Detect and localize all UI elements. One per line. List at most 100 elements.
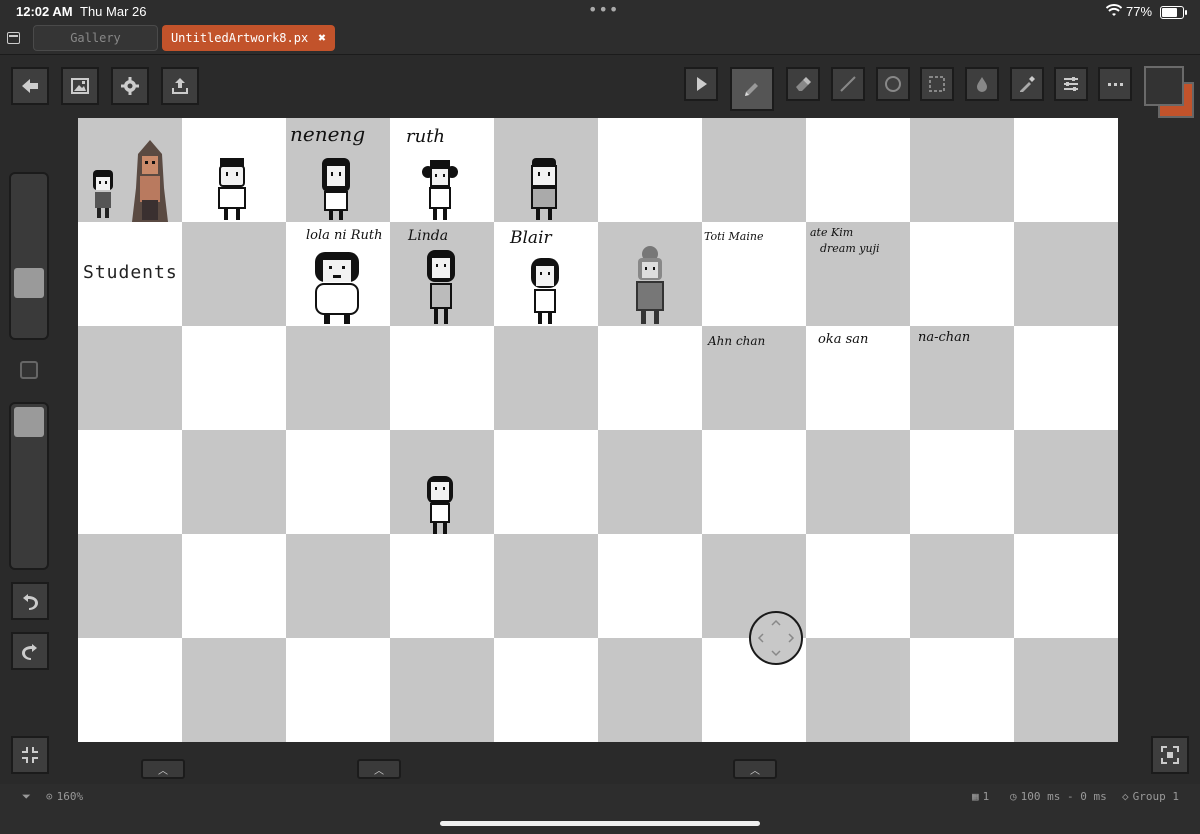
canvas-tile[interactable] — [806, 118, 910, 222]
panel-handle[interactable]: ︿ — [141, 759, 185, 779]
canvas-tile[interactable] — [182, 430, 286, 534]
ellipse-tool-button[interactable] — [876, 67, 910, 101]
play-button[interactable] — [684, 67, 718, 101]
character-sprite[interactable] — [312, 250, 362, 326]
canvas-tile[interactable] — [1014, 534, 1118, 638]
sidebar-menu-icon[interactable] — [7, 32, 20, 44]
canvas-tile[interactable] — [78, 638, 182, 742]
character-sprite[interactable] — [424, 248, 458, 326]
canvas-tile[interactable] — [806, 430, 910, 534]
canvas-tile[interactable] — [494, 534, 598, 638]
canvas-tile[interactable] — [1014, 430, 1118, 534]
tab-gallery[interactable]: Gallery — [33, 25, 158, 51]
fit-screen-button[interactable] — [11, 736, 49, 774]
canvas-tile[interactable] — [182, 222, 286, 326]
character-sprite[interactable] — [424, 474, 456, 536]
canvas-tile[interactable] — [286, 430, 390, 534]
fullscreen-button[interactable] — [1151, 736, 1189, 774]
frame-timing[interactable]: ◷ 100 ms - 0 ms — [1010, 790, 1107, 803]
sliders-icon — [1064, 77, 1078, 91]
canvas-tile[interactable] — [910, 118, 1014, 222]
arrow-left-icon — [22, 79, 38, 93]
line-tool-button[interactable] — [831, 67, 865, 101]
collapse-icon[interactable]: ⏷ — [22, 790, 31, 804]
canvas-tile[interactable] — [494, 326, 598, 430]
cursor-joystick[interactable] — [749, 611, 803, 665]
canvas-tile[interactable] — [910, 430, 1014, 534]
canvas-tile[interactable] — [598, 638, 702, 742]
canvas-tile[interactable] — [598, 326, 702, 430]
character-sprite[interactable] — [88, 168, 118, 222]
drop-icon — [977, 77, 987, 92]
character-sprite[interactable] — [214, 156, 250, 222]
canvas-tile[interactable] — [390, 638, 494, 742]
canvas-tile[interactable] — [910, 534, 1014, 638]
back-button[interactable] — [11, 67, 49, 105]
canvas-tile[interactable] — [598, 118, 702, 222]
canvas-tile[interactable] — [286, 534, 390, 638]
pencil-tool-button[interactable] — [730, 67, 774, 111]
canvas-tile[interactable] — [598, 534, 702, 638]
character-sprite[interactable] — [528, 256, 562, 326]
status-date: Thu Mar 26 — [80, 4, 147, 19]
redo-button[interactable] — [11, 632, 49, 670]
opacity-knob[interactable] — [14, 407, 44, 437]
primary-color-swatch[interactable] — [1144, 66, 1184, 106]
selection-tool-button[interactable] — [920, 67, 954, 101]
canvas-tile[interactable] — [494, 638, 598, 742]
canvas-tile[interactable] — [182, 638, 286, 742]
canvas-tile[interactable] — [286, 638, 390, 742]
canvas-tile[interactable] — [910, 638, 1014, 742]
fill-tool-button[interactable] — [965, 67, 999, 101]
multitask-dots-icon[interactable]: ••• — [588, 0, 619, 19]
canvas-tile[interactable] — [702, 118, 806, 222]
character-sprite[interactable] — [318, 156, 354, 222]
layer-group[interactable]: ◇ Group 1 — [1122, 790, 1179, 803]
canvas-tile[interactable] — [78, 534, 182, 638]
character-sprite[interactable] — [526, 156, 562, 222]
canvas-tile[interactable] — [910, 222, 1014, 326]
pixel-canvas[interactable]: Students neneng ruth lola ni Ruth Linda … — [78, 118, 1118, 742]
eraser-tool-button[interactable] — [786, 67, 820, 101]
export-button[interactable] — [161, 67, 199, 105]
brush-size-knob[interactable] — [14, 268, 44, 298]
character-sprite[interactable] — [422, 158, 458, 222]
close-tab-icon[interactable]: ✖ — [318, 31, 326, 46]
tab-file[interactable]: UntitledArtwork8.px ✖ — [162, 25, 335, 51]
redo-icon — [22, 644, 37, 660]
canvas-tile[interactable] — [182, 326, 286, 430]
canvas-tile[interactable] — [702, 430, 806, 534]
chevron-up-icon: ︿ — [158, 765, 168, 777]
play-icon — [697, 77, 707, 91]
canvas-tile[interactable] — [390, 534, 494, 638]
canvas-tile[interactable] — [1014, 222, 1118, 326]
canvas-tile[interactable] — [286, 326, 390, 430]
canvas-tile[interactable] — [182, 534, 286, 638]
character-sprite[interactable] — [632, 244, 668, 326]
brush-size-slider[interactable] — [9, 172, 49, 340]
canvas-tile[interactable] — [390, 326, 494, 430]
canvas-tile[interactable] — [78, 430, 182, 534]
zoom-indicator[interactable]: ⊙ 160% — [46, 790, 83, 803]
more-button[interactable] — [1098, 67, 1132, 101]
panel-handle[interactable]: ︿ — [733, 759, 777, 779]
adjustments-button[interactable] — [1054, 67, 1088, 101]
frame-count[interactable]: ▦ 1 — [972, 790, 989, 803]
canvas-settings-button[interactable] — [61, 67, 99, 105]
opacity-slider[interactable] — [9, 402, 49, 570]
canvas-tile[interactable] — [78, 326, 182, 430]
undo-button[interactable] — [11, 582, 49, 620]
canvas-tile[interactable] — [494, 430, 598, 534]
panel-handle[interactable]: ︿ — [357, 759, 401, 779]
character-sprite[interactable] — [128, 138, 172, 224]
battery-icon — [1160, 6, 1187, 19]
canvas-tile[interactable] — [598, 430, 702, 534]
canvas-tile[interactable] — [806, 534, 910, 638]
color-modifier-button[interactable] — [20, 361, 38, 379]
settings-button[interactable] — [111, 67, 149, 105]
canvas-tile[interactable] — [1014, 326, 1118, 430]
canvas-tile[interactable] — [1014, 118, 1118, 222]
canvas-tile[interactable] — [806, 638, 910, 742]
eyedropper-tool-button[interactable] — [1010, 67, 1044, 101]
canvas-tile[interactable] — [1014, 638, 1118, 742]
